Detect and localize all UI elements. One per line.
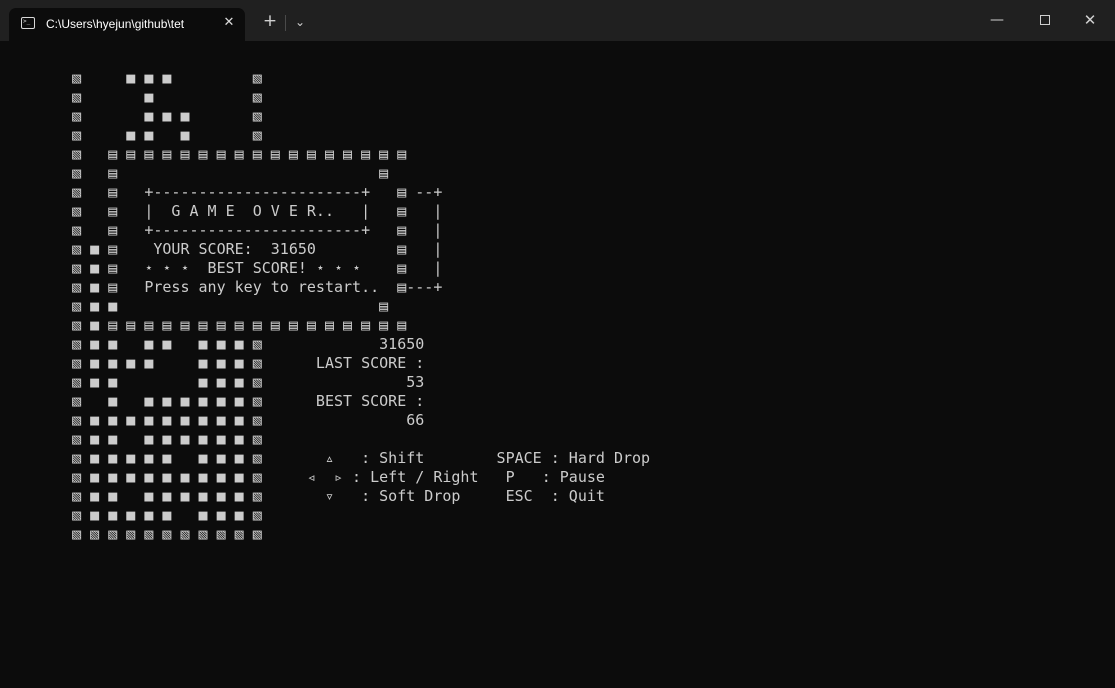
terminal-line: ▧ ■ ■ ■ ■ ■ ■ ■ ■ ▧ (45, 506, 262, 524)
terminal-line: ▧ ■ ■ ■ ■ ■ ■ ■ ▧ LAST SCORE : (45, 354, 425, 372)
terminal-line: ▧ ▧ ▧ ▧ ▧ ▧ ▧ ▧ ▧ ▧ ▧ (45, 525, 262, 543)
close-tab-icon[interactable]: ✕ (221, 15, 237, 31)
terminal-line: ▧ ▤ +-----------------------+ ▤ | (45, 221, 443, 239)
tab-separator (285, 15, 286, 31)
new-tab-button[interactable]: + (261, 12, 279, 30)
terminal-line: ▧ ▤ | G A M E O V E R.. | ▤ | (45, 202, 443, 220)
terminal-line: ▧ ■ ■ ■ ■ ■ ■ ■ ▧ BEST SCORE : (45, 392, 425, 410)
terminal-line: ▧ ■ ■ ■ ▧ (45, 126, 262, 144)
tab-terminal[interactable]: >_ C:\Users\hyejun\github\tet ✕ (9, 8, 245, 41)
terminal-line: ▧ ■ ■ ■ ▧ (45, 107, 262, 125)
close-button[interactable]: ✕ (1078, 8, 1102, 32)
chevron-down-icon[interactable]: ⌄ (292, 13, 308, 31)
terminal-output[interactable]: ▧ ■ ■ ■ ▧ ▧ ■ ▧ ▧ ■ ■ ■ ▧ ▧ ■ ■ ■ ▧ ▧ ▤ … (0, 41, 1115, 688)
tab-title: C:\Users\hyejun\github\tet (46, 17, 185, 31)
maximize-icon (1040, 15, 1050, 25)
terminal-line: ▧ ■ ■ ■ ■ ■ ▧ 53 (45, 373, 425, 391)
terminal-line: ▧ ■ ■ ■ ▧ (45, 69, 262, 87)
terminal-line: ▧ ▤ +-----------------------+ ▤ --+ (45, 183, 443, 201)
title-bar: >_ C:\Users\hyejun\github\tet ✕ + ⌄ — ✕ (0, 0, 1115, 41)
terminal-line: ▧ ■ ▤ ▤ ▤ ▤ ▤ ▤ ▤ ▤ ▤ ▤ ▤ ▤ ▤ ▤ ▤ ▤ ▤ (45, 316, 407, 334)
terminal-icon: >_ (21, 17, 35, 29)
terminal-line: ▧ ■ ■ ■ ■ ■ ■ ■ ▧ 31650 (45, 335, 425, 353)
terminal-line: ▧ ■ ▤ Press any key to restart.. ▤---+ (45, 278, 443, 296)
maximize-button[interactable] (1033, 8, 1057, 32)
terminal-line: ▧ ■ ■ ▤ (45, 297, 389, 315)
terminal-line: ▧ ■ ▧ (45, 88, 262, 106)
terminal-line: ▧ ■ ■ ■ ■ ■ ■ ■ ■ ■ ▧ 66 (45, 411, 425, 429)
terminal-line: ▧ ▤ ▤ ▤ ▤ ▤ ▤ ▤ ▤ ▤ ▤ ▤ ▤ ▤ ▤ ▤ ▤ ▤ (45, 145, 407, 163)
terminal-window: >_ C:\Users\hyejun\github\tet ✕ + ⌄ — ✕ … (0, 0, 1115, 688)
terminal-line: ▧ ■ ■ ■ ■ ■ ■ ■ ■ ▧ (45, 430, 262, 448)
terminal-line: ▧ ■ ■ ■ ■ ■ ■ ■ ■ ▧ ▵ : Shift SPACE : Ha… (45, 449, 651, 467)
minimize-button[interactable]: — (985, 8, 1009, 32)
terminal-line: ▧ ■ ■ ■ ■ ■ ■ ■ ■ ■ ▧ ◃ ▹ : Left / Right… (45, 468, 605, 486)
terminal-line: ▧ ■ ▤ YOUR SCORE: 31650 ▤ | (45, 240, 443, 258)
terminal-line: ▧ ▤ ▤ (45, 164, 389, 182)
terminal-line: ▧ ■ ▤ ⋆ ⋆ ⋆ BEST SCORE! ⋆ ⋆ ⋆ ▤ | (45, 259, 443, 277)
terminal-line: ▧ ■ ■ ■ ■ ■ ■ ■ ■ ▧ ▿ : Soft Drop ESC : … (45, 487, 605, 505)
